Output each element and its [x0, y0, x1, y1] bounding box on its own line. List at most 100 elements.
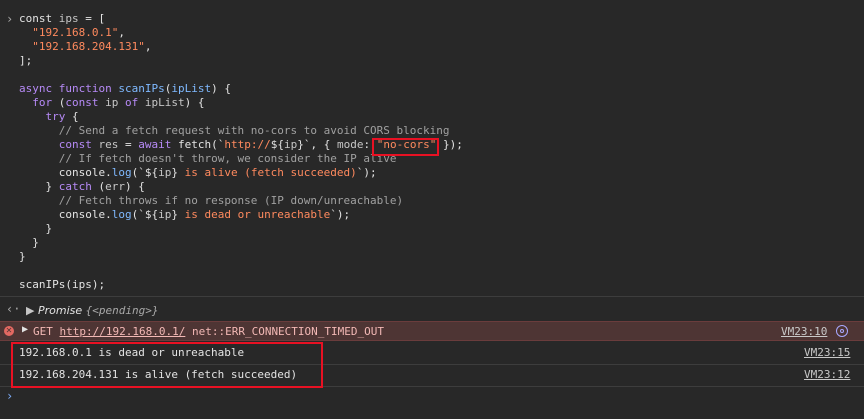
code-line: async function scanIPs(ipList) { — [19, 82, 231, 96]
expand-triangle-icon[interactable]: ▶ — [22, 324, 28, 335]
divider — [0, 296, 864, 297]
code-token: // If fetch doesn't throw, we consider t… — [58, 152, 397, 165]
logs-highlight — [11, 342, 323, 388]
code-token: log — [111, 166, 132, 179]
code-token: `); — [356, 166, 377, 179]
code-token: console. — [19, 208, 112, 221]
code-token: } — [171, 208, 185, 221]
code-token: http:// — [224, 138, 271, 151]
code-line: try { — [19, 110, 79, 124]
code-token: ip — [105, 96, 125, 109]
code-token: try — [45, 110, 72, 123]
no-cors-highlight — [372, 138, 439, 156]
code-token: "192.168.0.1" — [32, 26, 119, 39]
error-row[interactable]: ✕ ▶ GET http://192.168.0.1/ net::ERR_CON… — [0, 321, 864, 341]
code-token: catch — [58, 180, 99, 193]
code-line: ]; — [19, 54, 32, 68]
code-token: } — [19, 180, 59, 193]
code-line: // Send a fetch request with no-cors to … — [19, 124, 450, 138]
error-method: GET — [33, 325, 53, 338]
code-token: const — [65, 96, 106, 109]
code-token: ip — [158, 208, 172, 221]
code-token: await — [138, 138, 178, 151]
code-token: const — [58, 138, 99, 151]
console-input-prompt-icon[interactable]: › — [6, 389, 13, 403]
log-source-link[interactable]: VM23:15 — [804, 346, 850, 359]
code-token: // Fetch throws if no response (IP down/… — [58, 194, 404, 207]
code-token: is alive (fetch succeeded) — [184, 166, 357, 179]
code-token: // Send a fetch request with no-cors to … — [58, 124, 450, 137]
network-request-icon[interactable] — [836, 325, 848, 337]
code-token: { — [72, 110, 79, 123]
code-line: // Fetch throws if no response (IP down/… — [19, 194, 403, 208]
promise-label: Promise — [37, 304, 86, 317]
code-token: "192.168.204.131" — [32, 40, 145, 53]
code-token: = [ — [78, 12, 106, 25]
return-arrow-icon: ‹· — [6, 302, 21, 316]
code-token: ) { — [184, 96, 205, 109]
error-source-link[interactable]: VM23:10 — [781, 325, 827, 338]
code-token: function — [58, 82, 119, 95]
code-token: , { — [310, 138, 337, 151]
devtools-console: › const ips = [ "192.168.0.1", "192.168.… — [0, 0, 864, 419]
code-line: } — [19, 250, 26, 264]
error-text: net::ERR_CONNECTION_TIMED_OUT — [191, 325, 385, 338]
code-token: }` — [297, 138, 311, 151]
code-line: console.log(`${ip} is alive (fetch succe… — [19, 166, 377, 180]
code-token: log — [111, 208, 132, 221]
code-token: } — [19, 222, 53, 235]
code-token: ip — [283, 138, 298, 151]
chevron-right-icon: › — [6, 12, 14, 26]
code-token: mode — [336, 138, 364, 151]
code-token: console. — [19, 166, 112, 179]
code-line: for (const ip of ipList) { — [19, 96, 205, 110]
code-token: ${ — [270, 138, 284, 151]
code-token: fetch(` — [178, 138, 225, 151]
code-line: "192.168.0.1", — [19, 26, 125, 40]
log-source-link[interactable]: VM23:12 — [804, 368, 850, 381]
code-token: ]; — [19, 54, 33, 67]
code-token: ip — [158, 166, 172, 179]
code-line: console.log(`${ip} is dead or unreachabl… — [19, 208, 350, 222]
code-token: } — [19, 250, 26, 263]
code-token: async — [19, 82, 59, 95]
code-token: (`${ — [131, 208, 159, 221]
expand-triangle-icon[interactable]: ▶ — [26, 304, 34, 317]
error-circle-icon: ✕ — [4, 326, 14, 336]
code-token: ) { — [125, 180, 145, 193]
code-line: // If fetch doesn't throw, we consider t… — [19, 152, 397, 166]
code-token: } — [171, 166, 185, 179]
code-token: }); — [436, 138, 463, 151]
code-token: res — [98, 138, 119, 151]
code-token: ips — [58, 12, 79, 25]
code-token: is dead or unreachable — [184, 208, 331, 221]
code-token: const — [19, 12, 59, 25]
code-line: "192.168.204.131", — [19, 40, 151, 54]
code-token: , — [118, 26, 125, 39]
code-token: scanIPs(ips); — [19, 278, 106, 291]
code-line: scanIPs(ips); — [19, 278, 105, 292]
code-token: } — [19, 236, 39, 249]
code-token: ipList — [144, 96, 185, 109]
code-token: of — [125, 96, 145, 109]
promise-result[interactable]: ▶ Promise {<pending>} — [26, 304, 158, 317]
error-message: GET http://192.168.0.1/ net::ERR_CONNECT… — [33, 325, 384, 338]
code-line: const ips = [ — [19, 12, 105, 26]
code-line: } catch (err) { — [19, 180, 145, 194]
code-token: err — [105, 180, 125, 193]
code-token: = — [118, 138, 139, 151]
code-token: for — [32, 96, 59, 109]
error-url-link[interactable]: http://192.168.0.1/ — [60, 325, 186, 338]
promise-pending: {<pending>} — [85, 304, 159, 317]
code-token: ) { — [211, 82, 231, 95]
code-token: (`${ — [131, 166, 159, 179]
code-token: ipList — [171, 82, 212, 95]
code-token: `); — [330, 208, 351, 221]
